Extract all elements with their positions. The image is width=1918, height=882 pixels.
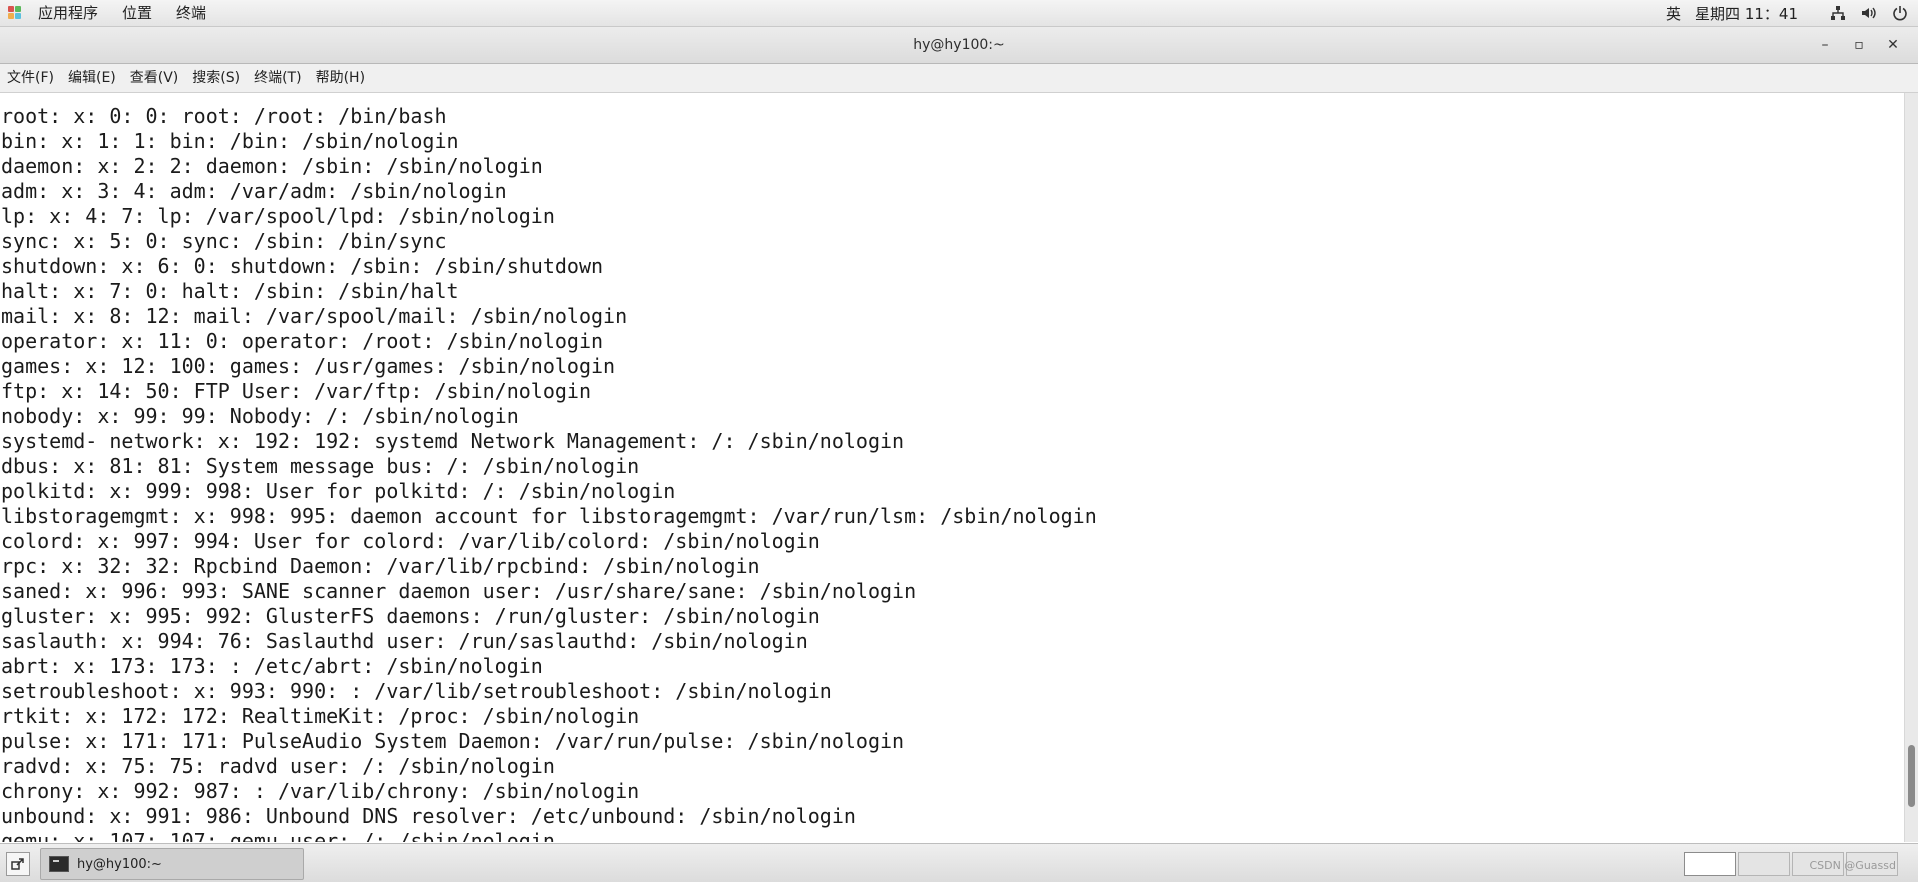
places-menu[interactable]: 位置 [110,0,164,26]
terminal-line: polkitd: x: 999: 998: User for polkitd: … [1,479,676,503]
terminal-line-partial [1,93,1097,104]
terminal-line: shutdown: x: 6: 0: shutdown: /sbin: /sbi… [1,254,604,278]
scrollbar-thumb[interactable] [1908,745,1915,807]
terminal-icon [49,856,69,872]
window-titlebar[interactable]: hy@hy100:~ – ▫ ✕ [0,27,1918,64]
terminal-line: nobody: x: 99: 99: Nobody: /: /sbin/nolo… [1,404,519,428]
terminal-line: qemu: x: 107: 107: qemu user: /: /sbin/n… [1,829,555,842]
terminal-line: radvd: x: 75: 75: radvd user: /: /sbin/n… [1,754,555,778]
menu-terminal[interactable]: 终端(T) [247,64,308,92]
applications-menu[interactable]: 应用程序 [26,0,110,26]
system-tray: 英 星期四 11：41 [1666,3,1918,24]
terminal-line: daemon: x: 2: 2: daemon: /sbin: /sbin/no… [1,154,543,178]
terminal-line: ftp: x: 14: 50: FTP User: /var/ftp: /sbi… [1,379,592,403]
terminal-menubar: 文件(F) 编辑(E) 查看(V) 搜索(S) 终端(T) 帮助(H) [0,64,1918,93]
power-icon[interactable] [1892,5,1908,21]
terminal-line: abrt: x: 173: 173: : /etc/abrt: /sbin/no… [1,654,543,678]
terminal-line: chrony: x: 992: 987: : /var/lib/chrony: … [1,779,640,803]
terminal-line: adm: x: 3: 4: adm: /var/adm: /sbin/nolog… [1,179,507,203]
bottom-taskbar: hy@hy100:~ CSDN @Guassd [0,843,1918,882]
window-controls: – ▫ ✕ [1808,27,1910,63]
menu-edit[interactable]: 编辑(E) [61,64,123,92]
menu-file[interactable]: 文件(F) [0,64,61,92]
terminal-lines: root: x: 0: 0: root: /root: /bin/bash bi… [1,93,1097,842]
terminal-line: games: x: 12: 100: games: /usr/games: /s… [1,354,616,378]
terminal-scrollbar[interactable] [1904,93,1918,842]
network-icon[interactable] [1830,5,1846,21]
terminal-line: root: x: 0: 0: root: /root: /bin/bash [1,104,447,128]
terminal-line: unbound: x: 991: 986: Unbound DNS resolv… [1,804,856,828]
terminal-line: dbus: x: 81: 81: System message bus: /: … [1,454,640,478]
show-desktop-icon [11,858,24,870]
menu-view[interactable]: 查看(V) [123,64,186,92]
maximize-button[interactable]: ▫ [1842,37,1876,53]
terminal-line: saned: x: 996: 993: SANE scanner daemon … [1,579,917,603]
terminal-line: pulse: x: 171: 171: PulseAudio System Da… [1,729,905,753]
terminal-line: mail: x: 8: 12: mail: /var/spool/mail: /… [1,304,628,328]
terminal-line: rpc: x: 32: 32: Rpcbind Daemon: /var/lib… [1,554,760,578]
volume-icon[interactable] [1860,5,1878,21]
taskbar-terminal-label: hy@hy100:~ [77,856,162,872]
terminal-line: colord: x: 997: 994: User for colord: /v… [1,529,820,553]
terminal-line: halt: x: 7: 0: halt: /sbin: /sbin/halt [1,279,459,303]
terminal-line: systemd- network: x: 192: 192: systemd N… [1,429,905,453]
minimize-button[interactable]: – [1808,37,1842,53]
close-button[interactable]: ✕ [1876,37,1910,53]
watermark-text: CSDN @Guassd [1809,859,1896,872]
terminal-line: bin: x: 1: 1: bin: /bin: /sbin/nologin [1,129,459,153]
input-method-indicator[interactable]: 英 [1666,3,1681,24]
show-desktop-button[interactable] [6,852,30,876]
terminal-line: libstoragemgmt: x: 998: 995: daemon acco… [1,504,1097,528]
terminal-line: lp: x: 4: 7: lp: /var/spool/lpd: /sbin/n… [1,204,555,228]
top-panel-menu: 应用程序 位置 终端 [26,0,218,26]
terminal-line: setroubleshoot: x: 993: 990: : /var/lib/… [1,679,832,703]
window-title: hy@hy100:~ [913,37,1005,53]
menu-help[interactable]: 帮助(H) [309,64,372,92]
workspace-1[interactable] [1684,852,1736,876]
terminal-app-menu[interactable]: 终端 [164,0,218,26]
terminal-line: gluster: x: 995: 992: GlusterFS daemons:… [1,604,820,628]
terminal-line: sync: x: 5: 0: sync: /sbin: /bin/sync [1,229,447,253]
taskbar-terminal-button[interactable]: hy@hy100:~ [40,848,304,880]
workspace-2[interactable] [1738,852,1790,876]
terminal-output[interactable]: root: x: 0: 0: root: /root: /bin/bash bi… [0,93,1904,842]
terminal-line: operator: x: 11: 0: operator: /root: /sb… [1,329,604,353]
top-panel: 应用程序 位置 终端 英 星期四 11：41 [0,0,1918,27]
menu-search[interactable]: 搜索(S) [185,64,247,92]
terminal-line: saslauth: x: 994: 76: Saslauthd user: /r… [1,629,808,653]
clock[interactable]: 星期四 11：41 [1695,3,1798,24]
applications-icon[interactable] [8,6,22,20]
terminal-line: rtkit: x: 172: 172: RealtimeKit: /proc: … [1,704,640,728]
